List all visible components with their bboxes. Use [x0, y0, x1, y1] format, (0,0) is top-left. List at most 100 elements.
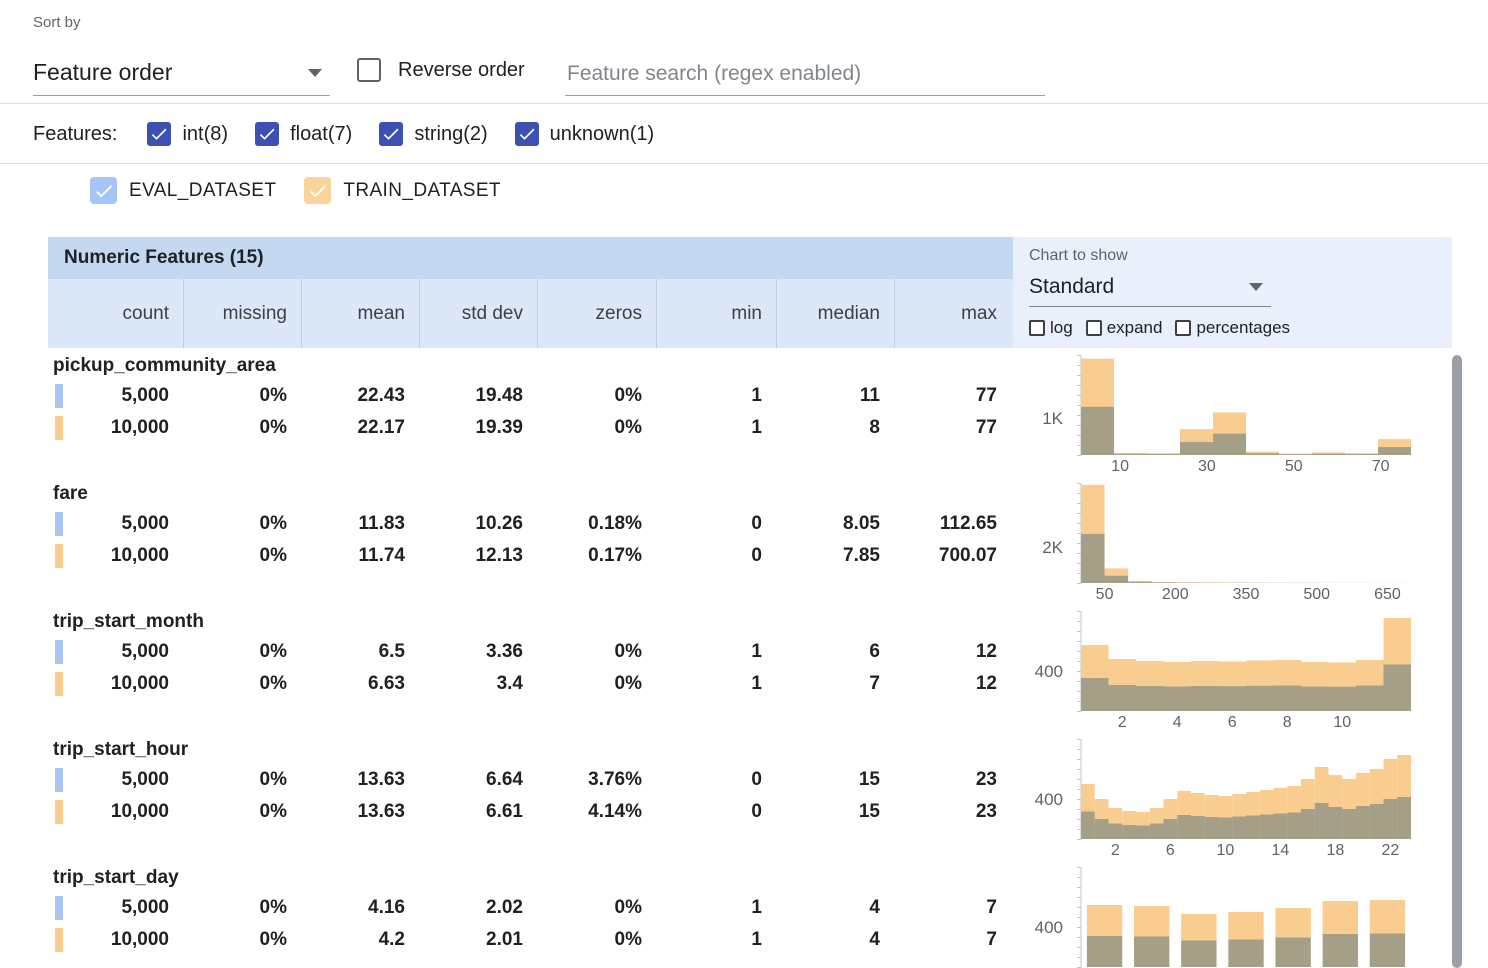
chart-x-tick: 18 — [1326, 842, 1344, 860]
feature-block: pickup_community_area5,0000%22.4319.480%… — [48, 348, 1013, 476]
feature-name: trip_start_month — [48, 608, 1013, 636]
feature-type-checkbox[interactable] — [255, 122, 279, 146]
scrollbar-thumb[interactable] — [1452, 355, 1462, 968]
chart-option-checkbox[interactable] — [1175, 320, 1191, 336]
stat-zeros: 0% — [537, 385, 656, 407]
chart-x-tick: 650 — [1374, 586, 1401, 604]
stat-count: 5,000 — [48, 513, 183, 535]
features-label: Features: — [33, 123, 117, 146]
stat-min: 0 — [656, 801, 776, 823]
chart-x-tick: 70 — [1372, 458, 1390, 476]
dataset-legend-item: TRAIN_DATASET — [304, 177, 501, 204]
feature-type-checkbox[interactable] — [379, 122, 403, 146]
feature-histogram: 400 — [1013, 860, 1452, 968]
chart-option-label: log — [1050, 318, 1073, 338]
chart-x-tick: 10 — [1333, 714, 1351, 732]
feature-stats-row: 5,0000%6.53.360%1612 — [48, 636, 1013, 668]
stat-std_dev: 6.61 — [419, 801, 537, 823]
stat-missing: 0% — [183, 417, 301, 439]
check-icon — [93, 180, 115, 202]
stat-mean: 22.43 — [301, 385, 419, 407]
chart-x-tick: 6 — [1166, 842, 1175, 860]
feature-type-label: int(8) — [182, 123, 228, 146]
stat-std_dev: 12.13 — [419, 545, 537, 567]
chart-option: percentages — [1175, 318, 1290, 338]
chart-option-checkbox[interactable] — [1086, 320, 1102, 336]
check-icon — [307, 180, 329, 202]
stat-max: 23 — [894, 769, 1011, 791]
feature-search-input[interactable] — [565, 52, 1045, 96]
column-header: min — [656, 279, 776, 348]
dataset-label: EVAL_DATASET — [129, 180, 276, 202]
stat-std_dev: 6.64 — [419, 769, 537, 791]
stat-median: 11 — [776, 385, 894, 407]
stat-mean: 6.63 — [301, 673, 419, 695]
dropdown-arrow-icon — [308, 69, 322, 77]
feature-stats-row: 5,0000%22.4319.480%11177 — [48, 380, 1013, 412]
feature-rows: pickup_community_area5,0000%22.4319.480%… — [48, 348, 1013, 968]
feature-type-filter: unknown(1) — [515, 122, 655, 146]
stat-min: 0 — [656, 545, 776, 567]
stat-median: 7.85 — [776, 545, 894, 567]
chart-y-label: 1K — [1013, 409, 1063, 429]
stat-median: 6 — [776, 641, 894, 663]
feature-type-checkbox[interactable] — [147, 122, 171, 146]
histogram-svg — [1073, 483, 1415, 586]
stat-median: 4 — [776, 929, 894, 951]
feature-stats-row: 5,0000%11.8310.260.18%08.05112.65 — [48, 508, 1013, 540]
chart-to-show-label: Chart to show — [1029, 247, 1452, 265]
sort-bar: Sort by Feature order Reverse order — [0, 0, 1488, 104]
stat-min: 1 — [656, 673, 776, 695]
reverse-order-option: Reverse order — [357, 58, 525, 82]
stat-count: 5,000 — [48, 641, 183, 663]
stat-max: 77 — [894, 417, 1011, 439]
stat-max: 112.65 — [894, 513, 1011, 535]
feature-stats-row: 10,0000%22.1719.390%1877 — [48, 412, 1013, 444]
chart-x-tick: 200 — [1162, 586, 1189, 604]
chart-x-tick: 22 — [1381, 842, 1399, 860]
stat-count: 10,000 — [48, 801, 183, 823]
chart-option-label: expand — [1107, 318, 1163, 338]
chart-x-tick: 10 — [1111, 458, 1129, 476]
dataset-checkbox[interactable] — [90, 177, 117, 204]
chart-type-dropdown[interactable]: Standard — [1029, 271, 1271, 307]
column-header: missing — [183, 279, 301, 348]
sort-order-value: Feature order — [33, 59, 172, 86]
stat-missing: 0% — [183, 545, 301, 567]
feature-stats-row: 10,0000%13.636.614.14%01523 — [48, 796, 1013, 828]
feature-histogram: 2K50200350500650 — [1013, 476, 1452, 604]
stat-mean: 11.74 — [301, 545, 419, 567]
feature-name: trip_start_hour — [48, 736, 1013, 764]
chart-x-tick: 50 — [1096, 586, 1114, 604]
stat-median: 8.05 — [776, 513, 894, 535]
dataset-legend-item: EVAL_DATASET — [90, 177, 276, 204]
sort-order-dropdown[interactable]: Feature order — [33, 50, 330, 96]
check-icon — [149, 124, 169, 144]
stat-min: 1 — [656, 897, 776, 919]
chart-y-label: 400 — [1013, 918, 1063, 938]
chart-option-label: percentages — [1196, 318, 1290, 338]
dataset-checkbox[interactable] — [304, 177, 331, 204]
stat-missing: 0% — [183, 929, 301, 951]
features-filter-bar: Features: int(8)float(7)string(2)unknown… — [0, 105, 1488, 164]
reverse-order-label: Reverse order — [398, 59, 525, 82]
feature-block: trip_start_hour5,0000%13.636.643.76%0152… — [48, 732, 1013, 860]
dataset-label: TRAIN_DATASET — [343, 180, 501, 202]
feature-type-checkbox[interactable] — [515, 122, 539, 146]
chart-option-checkbox[interactable] — [1029, 320, 1045, 336]
stat-std_dev: 3.4 — [419, 673, 537, 695]
stat-mean: 4.16 — [301, 897, 419, 919]
reverse-order-checkbox[interactable] — [357, 58, 381, 82]
stat-mean: 13.63 — [301, 769, 419, 791]
chart-x-tick: 30 — [1198, 458, 1216, 476]
stat-median: 15 — [776, 801, 894, 823]
stat-zeros: 4.14% — [537, 801, 656, 823]
column-header: zeros — [537, 279, 656, 348]
column-header: max — [894, 279, 1011, 348]
charts-area: 1K103050702K5020035050065040024681040026… — [1013, 348, 1452, 968]
stat-zeros: 0% — [537, 897, 656, 919]
stat-std_dev: 19.39 — [419, 417, 537, 439]
feature-block: fare5,0000%11.8310.260.18%08.05112.6510,… — [48, 476, 1013, 604]
stat-max: 700.07 — [894, 545, 1011, 567]
feature-block: trip_start_month5,0000%6.53.360%161210,0… — [48, 604, 1013, 732]
